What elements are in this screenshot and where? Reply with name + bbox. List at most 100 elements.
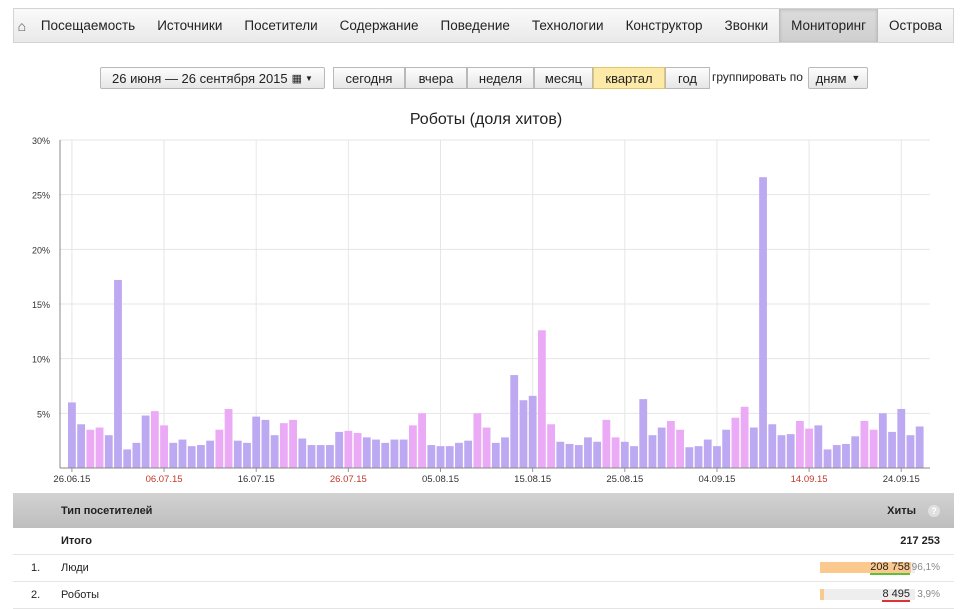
column-visitor-type[interactable]: Тип посетителей: [61, 505, 152, 517]
bar: [114, 279, 122, 468]
bar: [372, 439, 380, 468]
bar: [150, 411, 159, 468]
bar: [602, 419, 611, 468]
bar: [501, 437, 509, 468]
bar: [482, 427, 491, 468]
bar: [326, 445, 334, 468]
bar: [740, 406, 749, 468]
bar: [888, 431, 896, 468]
bar: [362, 437, 371, 468]
bar: [408, 425, 417, 468]
x-tick-label: 06.07.15: [146, 474, 183, 485]
bar: [169, 442, 178, 468]
bar: [657, 427, 666, 468]
bar: [630, 446, 638, 468]
bots-share-chart: 30% 25% 20% 15% 10% 5% 26.06.15 06.07.15 16.07.1…: [32, 136, 930, 485]
bar: [307, 445, 316, 468]
bar: [759, 177, 767, 468]
bar: [639, 399, 648, 468]
bar: [436, 446, 445, 468]
bar: [390, 439, 399, 468]
bar: [132, 442, 141, 468]
bar: [455, 442, 463, 468]
bar: [353, 433, 362, 468]
y-tick-label: 5%: [37, 409, 50, 419]
bar: [270, 435, 279, 468]
x-tick-label: 04.09.15: [698, 474, 735, 485]
bar: [556, 441, 565, 468]
table-row[interactable]: 2. Роботы 8 495 3,9%: [13, 582, 954, 609]
bar: [519, 400, 528, 468]
y-tick-label: 25%: [32, 191, 50, 201]
bar: [749, 427, 758, 468]
bar: [860, 420, 869, 468]
bar: [722, 429, 731, 468]
bar: [77, 424, 86, 468]
bar: [537, 330, 546, 468]
bar: [243, 442, 251, 468]
bar: [344, 430, 353, 468]
bar: [906, 435, 915, 468]
bar: [399, 439, 408, 468]
x-tick-label: 15.08.15: [514, 474, 551, 485]
bar: [897, 408, 906, 468]
x-tick-label: 16.07.15: [238, 474, 275, 485]
bar: [298, 438, 307, 468]
bar: [593, 441, 602, 468]
bar: [233, 440, 242, 468]
bar: [620, 441, 629, 468]
column-hits[interactable]: Хиты: [887, 505, 916, 517]
total-label: Итого: [61, 535, 93, 547]
y-tick-label: 30%: [32, 136, 50, 146]
bar: [528, 395, 537, 468]
bar: [611, 437, 620, 468]
bar: [160, 425, 168, 468]
x-tick-label: 05.08.15: [422, 474, 459, 485]
row-percent: 96,1%: [911, 562, 940, 573]
bar: [805, 428, 814, 468]
bar: [187, 446, 196, 468]
bar: [473, 413, 482, 468]
bar: [316, 445, 325, 468]
bar: [814, 425, 823, 468]
table-row[interactable]: 1. Люди 208 758 96,1%: [13, 555, 954, 582]
bar: [86, 429, 95, 468]
bar: [464, 440, 473, 468]
bar: [832, 445, 841, 468]
bar: [666, 420, 675, 468]
bar: [427, 445, 436, 468]
table-rows: 1. Люди 208 758 96,1% 2. Роботы 8 495 3,9%: [13, 555, 954, 609]
bar: [491, 442, 500, 468]
x-tick-label: 25.08.15: [606, 474, 643, 485]
table-header: Тип посетителей Хиты ?: [13, 493, 954, 528]
bar: [335, 431, 344, 468]
bar: [878, 413, 887, 468]
help-icon[interactable]: ?: [928, 504, 940, 517]
bar: [786, 434, 795, 468]
bar: [547, 424, 555, 468]
row-number: 2.: [31, 589, 41, 601]
bar: [777, 435, 786, 468]
bar: [510, 375, 519, 468]
row-hits: 8 495: [882, 588, 910, 602]
bar: [197, 445, 205, 468]
bar: [289, 419, 297, 468]
bar: [574, 445, 583, 468]
bar: [694, 446, 703, 468]
bar: [418, 413, 426, 468]
row-percent: 3,9%: [917, 589, 940, 600]
bar: [224, 408, 233, 468]
bar: [215, 429, 224, 468]
bar: [768, 424, 777, 468]
row-number: 1.: [31, 562, 41, 574]
x-tick-label: 24.09.15: [883, 474, 920, 485]
bar: [381, 442, 390, 468]
bar: [915, 426, 924, 468]
total-row: Итого 217 253: [13, 528, 954, 555]
bar: [565, 443, 574, 468]
bar: [178, 439, 187, 468]
bar: [95, 427, 104, 468]
x-tick-label: 14.09.15: [791, 474, 828, 485]
row-hits: 208 758: [870, 561, 910, 575]
bar: [279, 423, 288, 468]
